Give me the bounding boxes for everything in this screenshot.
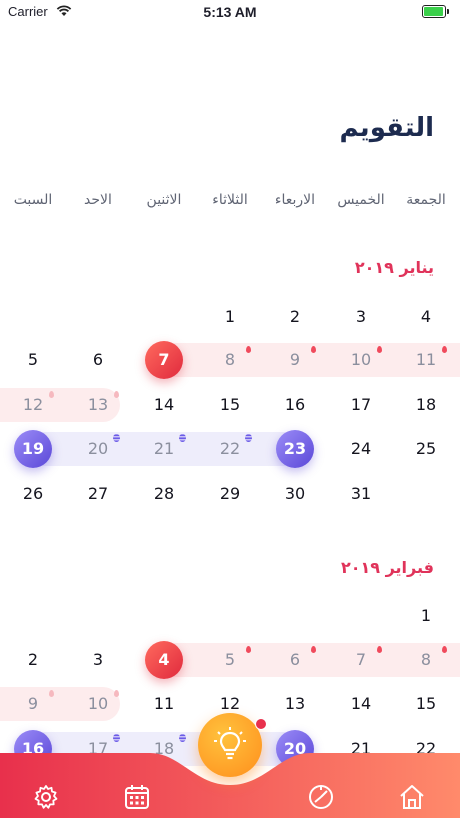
- egg-icon: [245, 434, 252, 442]
- calendar-day[interactable]: 31: [336, 482, 386, 506]
- tips-button[interactable]: [198, 713, 262, 777]
- page-title: التقويم: [339, 113, 434, 143]
- calendar-day[interactable]: 5: [8, 348, 58, 372]
- home-icon[interactable]: [398, 783, 426, 811]
- weekday-label: الاربعاء: [274, 192, 316, 208]
- blood-drop-icon: [377, 346, 382, 353]
- calendar-day[interactable]: 4: [401, 305, 451, 329]
- blood-drop-icon: [377, 646, 382, 653]
- calendar-day[interactable]: 27: [73, 482, 123, 506]
- calendar-day[interactable]: 19: [14, 430, 52, 468]
- blood-drop-icon: [49, 391, 54, 398]
- calendar-day[interactable]: 30: [270, 482, 320, 506]
- calendar-day[interactable]: 26: [8, 482, 58, 506]
- chart-dial-icon[interactable]: [307, 783, 335, 811]
- calendar-day[interactable]: 13: [270, 692, 320, 716]
- calendar-day[interactable]: 17: [336, 393, 386, 417]
- weekday-label: الثلاثاء: [212, 192, 248, 208]
- calendar-day[interactable]: 15: [401, 692, 451, 716]
- egg-icon: [179, 734, 186, 742]
- blood-drop-icon: [442, 646, 447, 653]
- blood-drop-icon: [49, 690, 54, 697]
- gear-icon[interactable]: [32, 783, 60, 811]
- weekday-label: الجمعة: [406, 192, 446, 208]
- blood-drop-icon: [311, 346, 316, 353]
- calendar-day[interactable]: 2: [270, 305, 320, 329]
- calendar-day[interactable]: 15: [205, 393, 255, 417]
- calendar-day[interactable]: 18: [401, 393, 451, 417]
- blood-drop-icon: [246, 346, 251, 353]
- calendar-day[interactable]: 25: [401, 437, 451, 461]
- blood-drop-icon: [311, 646, 316, 653]
- egg-icon: [179, 434, 186, 442]
- egg-icon: [113, 434, 120, 442]
- calendar-day[interactable]: 2: [8, 648, 58, 672]
- calendar-icon[interactable]: [123, 783, 151, 811]
- blood-drop-icon: [246, 646, 251, 653]
- calendar-day[interactable]: 1: [401, 604, 451, 628]
- calendar-day[interactable]: 29: [205, 482, 255, 506]
- calendar-day[interactable]: 24: [336, 437, 386, 461]
- calendar-day[interactable]: 7: [145, 341, 183, 379]
- battery-icon: [422, 5, 449, 18]
- blood-drop-icon: [114, 391, 119, 398]
- clock: 5:13 AM: [203, 4, 257, 20]
- notification-badge: [255, 718, 267, 730]
- weekday-label: الاثنين: [146, 192, 182, 208]
- calendar-day[interactable]: 11: [139, 692, 189, 716]
- calendar-day[interactable]: 3: [73, 648, 123, 672]
- egg-icon: [113, 734, 120, 742]
- calendar-day[interactable]: 14: [139, 393, 189, 417]
- calendar-day[interactable]: 28: [139, 482, 189, 506]
- calendar-day[interactable]: 6: [73, 348, 123, 372]
- calendar-day[interactable]: 14: [336, 692, 386, 716]
- month-label: فبراير ٢٠١٩: [340, 558, 434, 577]
- lightbulb-icon: [214, 727, 246, 760]
- blood-drop-icon: [442, 346, 447, 353]
- blood-drop-icon: [114, 690, 119, 697]
- calendar-day[interactable]: 1: [205, 305, 255, 329]
- weekday-header: السبت الاحد الاثنين الثلاثاء الاربعاء ال…: [0, 192, 460, 212]
- calendar-day[interactable]: 23: [276, 430, 314, 468]
- month-label: يناير ٢٠١٩: [354, 258, 434, 277]
- calendar-day[interactable]: 3: [336, 305, 386, 329]
- weekday-label: الاحد: [84, 192, 112, 208]
- calendar-day[interactable]: 4: [145, 641, 183, 679]
- status-bar: Carrier 5:13 AM: [0, 0, 460, 24]
- calendar-day[interactable]: 16: [270, 393, 320, 417]
- weekday-label: السبت: [13, 192, 53, 208]
- weekday-label: الخميس: [337, 192, 385, 208]
